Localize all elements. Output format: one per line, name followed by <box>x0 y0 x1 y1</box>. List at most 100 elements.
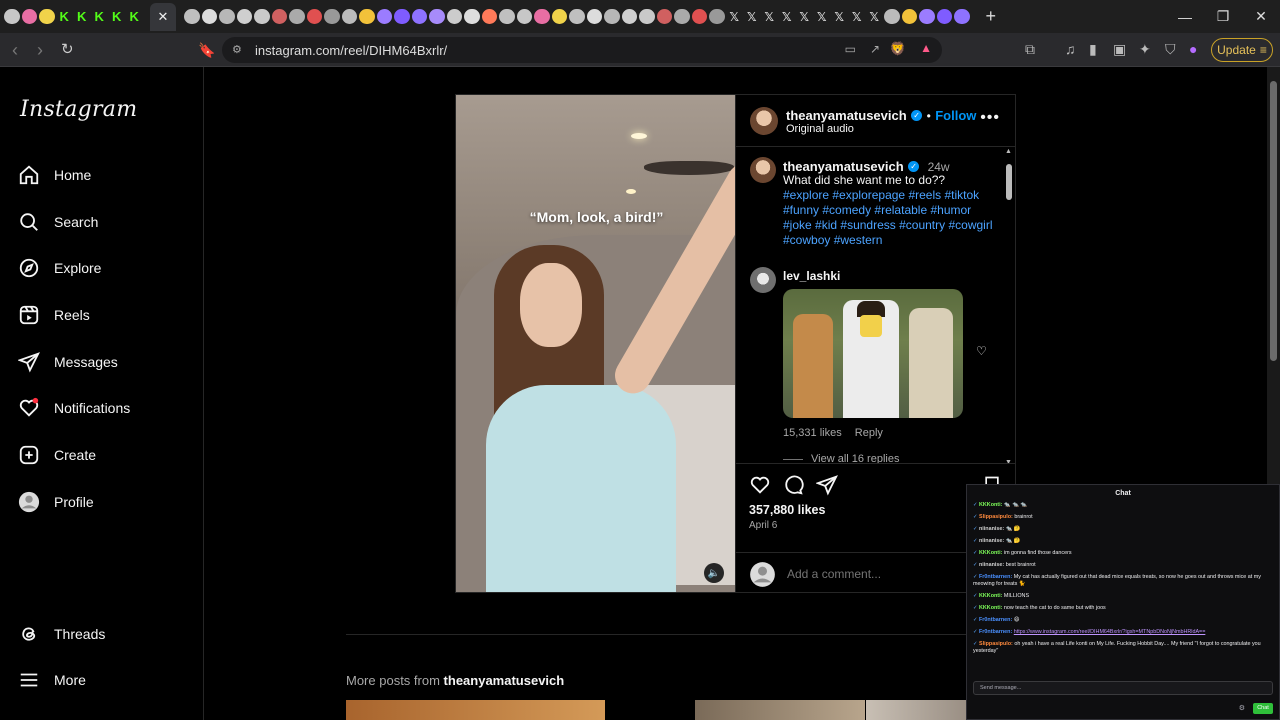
kick-tab-icon[interactable]: K <box>109 9 125 25</box>
nav-search[interactable]: Search <box>18 207 98 237</box>
reload-icon[interactable]: ↻ <box>61 40 74 60</box>
comment-icon[interactable] <box>782 474 804 496</box>
hashtag-link[interactable]: #humor <box>930 203 971 217</box>
minimize-button[interactable]: — <box>1166 0 1204 33</box>
scroll-thumb[interactable] <box>1006 164 1012 200</box>
tab-favicon-icon[interactable] <box>236 8 252 25</box>
tab-favicon-icon[interactable] <box>39 8 55 25</box>
forward-icon[interactable]: › <box>37 40 43 60</box>
comment-username[interactable]: lev_lashki <box>783 269 840 283</box>
share-icon[interactable]: ↗ <box>870 42 880 56</box>
back-icon[interactable]: ‹ <box>12 40 18 60</box>
hashtag-link[interactable]: #sundress <box>840 218 895 232</box>
extension-icon[interactable]: ● <box>1189 41 1197 57</box>
bookmark-icon[interactable]: 🔖 <box>198 40 215 60</box>
tab-favicon-icon[interactable] <box>656 8 672 25</box>
chat-username[interactable]: niinanise: <box>979 562 1004 568</box>
tab-favicon-icon[interactable] <box>604 8 620 25</box>
comment-like-icon[interactable]: ♡ <box>976 344 987 358</box>
like-icon[interactable] <box>749 474 771 496</box>
x-tab-icon[interactable]: 𝕏 <box>744 9 760 25</box>
address-bar[interactable]: ⚙ instagram.com/reel/DIHM64Bxrlr/ ▭ ↗ 🦁 … <box>222 37 942 63</box>
tab-favicon-icon[interactable] <box>639 8 655 25</box>
comment-likes[interactable]: 15,331 likes <box>783 427 842 439</box>
hashtag-link[interactable]: #relatable <box>874 203 927 217</box>
nav-messages[interactable]: Messages <box>18 347 118 377</box>
chat-username[interactable]: Slippasipulo: <box>979 514 1013 520</box>
caption-avatar[interactable] <box>750 157 776 183</box>
tab-favicon-icon[interactable] <box>569 8 585 25</box>
tab-favicon-icon[interactable] <box>4 8 20 25</box>
likes-count[interactable]: 357,880 likes <box>749 503 825 517</box>
x-tab-icon[interactable]: 𝕏 <box>779 9 795 25</box>
tab-favicon-icon[interactable] <box>359 8 375 25</box>
nav-threads[interactable]: Threads <box>18 619 105 649</box>
tab-favicon-icon[interactable] <box>201 8 217 25</box>
tab-favicon-icon[interactable] <box>394 8 410 25</box>
tab-favicon-icon[interactable] <box>919 8 935 25</box>
tab-favicon-icon[interactable] <box>936 8 952 25</box>
chat-username[interactable]: KKKonti: <box>979 605 1002 611</box>
close-window-button[interactable]: ✕ <box>1242 0 1280 33</box>
x-tab-icon[interactable]: 𝕏 <box>832 9 848 25</box>
site-settings-icon[interactable]: ⚙ <box>232 43 242 56</box>
more-post-thumbnail[interactable] <box>866 700 966 720</box>
instagram-logo[interactable]: Instagram <box>20 97 137 122</box>
screenshot-icon[interactable]: ⧉ <box>1025 41 1035 58</box>
update-button[interactable]: Update ≡ <box>1211 38 1273 62</box>
tab-favicon-icon[interactable] <box>464 8 480 25</box>
more-posts-user[interactable]: theanyamatusevich <box>444 673 565 688</box>
author-username[interactable]: theanyamatusevich <box>786 108 907 123</box>
chat-username[interactable]: KKKonti: <box>979 502 1002 508</box>
x-tab-icon[interactable]: 𝕏 <box>867 9 883 25</box>
ai-icon[interactable]: ✦ <box>1139 41 1151 58</box>
hashtag-link[interactable]: #comedy <box>822 203 871 217</box>
comments-scrollbar[interactable]: ▲ ▼ <box>1005 148 1013 466</box>
scroll-up-icon[interactable]: ▲ <box>1005 148 1012 155</box>
tab-favicon-icon[interactable] <box>674 8 690 25</box>
sidebar-icon[interactable]: ▮ <box>1089 41 1097 58</box>
chat-username[interactable]: KKKonti: <box>979 550 1002 556</box>
brave-shields-icon[interactable]: 🦁 <box>890 41 906 57</box>
tab-favicon-icon[interactable] <box>586 8 602 25</box>
tab-favicon-icon[interactable] <box>691 8 707 25</box>
hashtag-link[interactable]: #kid <box>815 218 837 232</box>
tab-favicon-icon[interactable] <box>324 8 340 25</box>
tab-favicon-icon[interactable] <box>254 8 270 25</box>
hashtag-link[interactable]: #reels <box>908 188 941 202</box>
tab-favicon-icon[interactable] <box>499 8 515 25</box>
vpn-icon[interactable]: ⛉ <box>1165 41 1176 58</box>
x-tab-icon[interactable]: 𝕏 <box>762 9 778 25</box>
nav-home[interactable]: Home <box>18 160 91 190</box>
tab-favicon-icon[interactable] <box>551 8 567 25</box>
tab-favicon-icon[interactable] <box>901 8 917 25</box>
hashtag-link[interactable]: #funny <box>783 203 819 217</box>
chat-username[interactable]: Fr0ntbarnen: <box>979 574 1012 580</box>
hashtag-link[interactable]: #cowgirl <box>948 218 992 232</box>
tab-favicon-icon[interactable] <box>21 8 37 25</box>
reply-button[interactable]: Reply <box>855 427 883 439</box>
close-tab-icon[interactable]: ✕ <box>150 2 176 31</box>
chat-username[interactable]: niinanise: <box>979 538 1004 544</box>
reel-video[interactable]: “Mom, look, a bird!” 🔈 <box>455 94 736 593</box>
hashtag-link[interactable]: #western <box>834 233 883 247</box>
tab-favicon-icon[interactable] <box>884 8 900 25</box>
chat-text[interactable]: https://www.instagram.com/reel/DIHM64Bxr… <box>1014 629 1206 635</box>
follow-button[interactable]: Follow <box>935 108 976 123</box>
rewards-icon[interactable]: ▲ <box>920 41 932 55</box>
music-icon[interactable]: ♫ <box>1065 41 1076 57</box>
nav-more[interactable]: More <box>18 665 86 695</box>
page-scroll-thumb[interactable] <box>1270 81 1277 361</box>
chat-input[interactable]: Send message... <box>973 681 1273 695</box>
tab-favicon-icon[interactable] <box>429 8 445 25</box>
comment-avatar[interactable] <box>750 267 776 293</box>
hashtag-link[interactable]: #joke <box>783 218 812 232</box>
more-post-thumbnail[interactable] <box>695 700 865 720</box>
tab-favicon-icon[interactable] <box>516 8 532 25</box>
nav-profile[interactable]: Profile <box>18 487 94 517</box>
x-tab-icon[interactable]: 𝕏 <box>797 9 813 25</box>
nav-explore[interactable]: Explore <box>18 253 101 283</box>
chat-username[interactable]: niinanise: <box>979 526 1004 532</box>
kick-tab-icon[interactable]: K <box>127 9 143 25</box>
tab-favicon-icon[interactable] <box>481 8 497 25</box>
